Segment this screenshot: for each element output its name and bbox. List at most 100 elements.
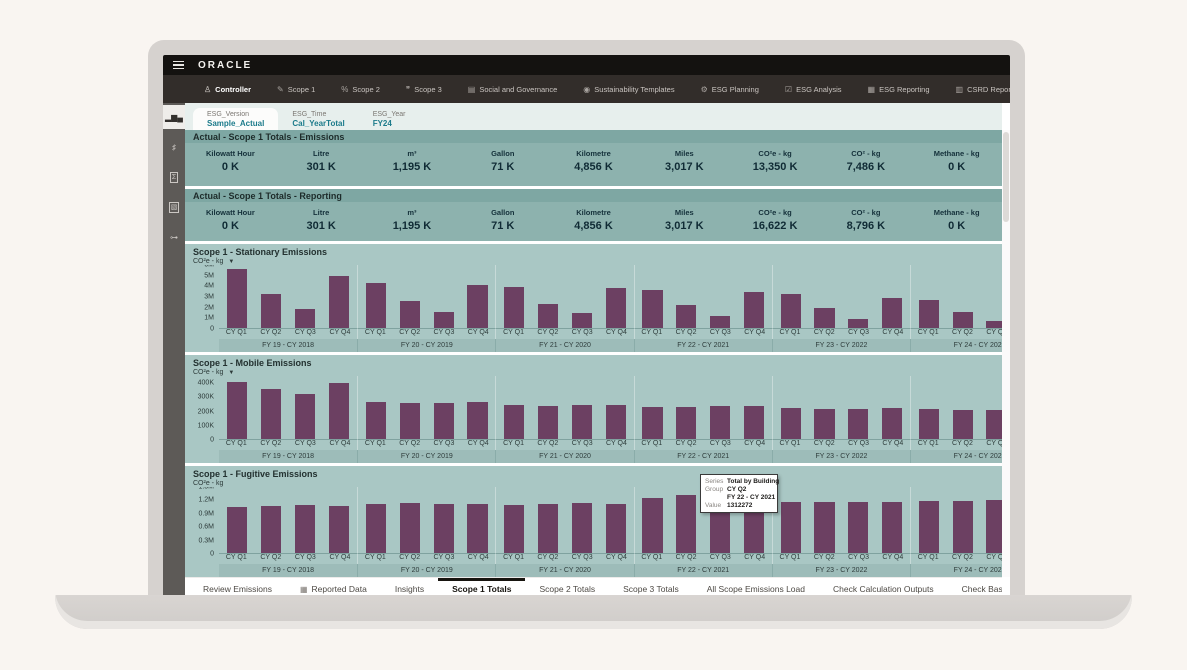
nav-tab-esg-reporting[interactable]: ▦ESG Reporting bbox=[855, 75, 943, 103]
bar-fy-24-cy-2023-cy-q2[interactable] bbox=[953, 410, 973, 439]
bar-fy-20-cy-2019-cy-q3[interactable] bbox=[434, 403, 454, 439]
bar-fy-21-cy-2020-cy-q3[interactable] bbox=[572, 503, 592, 553]
nav-tab-esg-analysis[interactable]: ☑ESG Analysis bbox=[772, 75, 855, 103]
bar-fy-23-cy-2022-cy-q1[interactable] bbox=[781, 408, 801, 439]
bar-fy-19-cy-2018-cy-q3[interactable] bbox=[295, 309, 315, 328]
bar-fy-21-cy-2020-cy-q3[interactable] bbox=[572, 405, 592, 439]
pov-field-esg-version[interactable]: ESG_VersionSample_Actual bbox=[193, 108, 278, 130]
scrollbar[interactable] bbox=[1002, 130, 1010, 577]
sidebar-item-2[interactable]: ♯ bbox=[163, 135, 185, 159]
bar-fy-21-cy-2020-cy-q4[interactable] bbox=[606, 504, 626, 553]
bar-fy-21-cy-2020-cy-q2[interactable] bbox=[538, 406, 558, 439]
bar-fy-23-cy-2022-cy-q2[interactable] bbox=[814, 502, 834, 553]
nav-tab-scope-2[interactable]: %Scope 2 bbox=[328, 75, 393, 103]
bar-fy-24-cy-2023-cy-q1[interactable] bbox=[919, 409, 939, 439]
bar-fy-21-cy-2020-cy-q1[interactable] bbox=[504, 405, 524, 439]
bar-fy-24-cy-2023-cy-q3[interactable] bbox=[986, 321, 1002, 328]
bar-fy-24-cy-2023-cy-q2[interactable] bbox=[953, 501, 973, 553]
pov-field-esg-time[interactable]: ESG_TimeCal_YearTotal bbox=[278, 108, 358, 130]
nav-tab-social-and-governance[interactable]: ▤Social and Governance bbox=[455, 75, 571, 103]
bar-fy-19-cy-2018-cy-q4[interactable] bbox=[329, 276, 349, 329]
bar-fy-19-cy-2018-cy-q3[interactable] bbox=[295, 394, 315, 440]
bar-fy-21-cy-2020-cy-q4[interactable] bbox=[606, 405, 626, 439]
bar-fy-21-cy-2020-cy-q4[interactable] bbox=[606, 288, 626, 328]
quarter-label: CY Q4 bbox=[599, 554, 633, 564]
bar-fy-23-cy-2022-cy-q3[interactable] bbox=[848, 409, 868, 439]
nav-tab-esg-planning[interactable]: ⚙ESG Planning bbox=[688, 75, 772, 103]
bar-fy-20-cy-2019-cy-q2[interactable] bbox=[400, 301, 420, 328]
bar-fy-21-cy-2020-cy-q1[interactable] bbox=[504, 287, 524, 328]
bar-fy-19-cy-2018-cy-q4[interactable] bbox=[329, 506, 349, 553]
bar-slot bbox=[359, 376, 393, 439]
bar-fy-23-cy-2022-cy-q2[interactable] bbox=[814, 409, 834, 439]
bar-group-fy-20-cy-2019: CY Q1CY Q2CY Q3CY Q4FY 20 - CY 2019 bbox=[357, 376, 495, 463]
bar-fy-23-cy-2022-cy-q1[interactable] bbox=[781, 294, 801, 328]
bar-fy-24-cy-2023-cy-q3[interactable] bbox=[986, 410, 1002, 439]
bar-fy-21-cy-2020-cy-q1[interactable] bbox=[504, 505, 524, 553]
bar-fy-22-cy-2021-cy-q2[interactable] bbox=[676, 305, 696, 328]
bar-fy-24-cy-2023-cy-q2[interactable] bbox=[953, 312, 973, 328]
bar-fy-20-cy-2019-cy-q3[interactable] bbox=[434, 312, 454, 328]
bar-fy-22-cy-2021-cy-q3[interactable] bbox=[710, 406, 730, 439]
bar-fy-21-cy-2020-cy-q2[interactable] bbox=[538, 304, 558, 328]
bar-fy-22-cy-2021-cy-q1[interactable] bbox=[642, 407, 662, 439]
bar-fy-22-cy-2021-cy-q1[interactable] bbox=[642, 498, 662, 553]
sidebar-item-5[interactable]: ⊶ bbox=[163, 225, 185, 249]
bar-fy-19-cy-2018-cy-q1[interactable] bbox=[227, 382, 247, 439]
bar-fy-23-cy-2022-cy-q4[interactable] bbox=[882, 298, 902, 328]
bar-fy-24-cy-2023-cy-q1[interactable] bbox=[919, 501, 939, 553]
bar-fy-19-cy-2018-cy-q3[interactable] bbox=[295, 505, 315, 553]
sidebar-item-3[interactable]: Σ bbox=[163, 165, 185, 189]
bar-fy-20-cy-2019-cy-q4[interactable] bbox=[467, 504, 487, 553]
sidebar-item-1[interactable]: ▂▆▄ bbox=[163, 105, 185, 129]
bar-fy-23-cy-2022-cy-q4[interactable] bbox=[882, 502, 902, 553]
nav-tab-scope-1[interactable]: ✎Scope 1 bbox=[264, 75, 328, 103]
bar-fy-19-cy-2018-cy-q2[interactable] bbox=[261, 389, 281, 439]
nav-tab-sustainability-templates[interactable]: ◉Sustainability Templates bbox=[570, 75, 687, 103]
bar-fy-19-cy-2018-cy-q1[interactable] bbox=[227, 507, 247, 553]
bar-fy-19-cy-2018-cy-q4[interactable] bbox=[329, 383, 349, 439]
bar-fy-24-cy-2023-cy-q1[interactable] bbox=[919, 300, 939, 328]
bar-fy-20-cy-2019-cy-q1[interactable] bbox=[366, 283, 386, 328]
scrollbar-thumb[interactable] bbox=[1003, 132, 1009, 222]
bar-groups: CY Q1CY Q2CY Q3CY Q4FY 19 - CY 2018CY Q1… bbox=[219, 487, 1002, 577]
bar-fy-21-cy-2020-cy-q3[interactable] bbox=[572, 313, 592, 328]
bar-fy-23-cy-2022-cy-q1[interactable] bbox=[781, 502, 801, 553]
chart-unit-select[interactable]: CO²e - kg▼ bbox=[193, 369, 234, 376]
quarter-labels: CY Q1CY Q2CY Q3CY Q4 bbox=[495, 329, 633, 339]
hamburger-menu-icon[interactable] bbox=[173, 61, 184, 70]
bar-fy-23-cy-2022-cy-q4[interactable] bbox=[882, 408, 902, 439]
sidebar-item-4[interactable]: ▧ bbox=[163, 195, 185, 219]
nav-tab-csrd-reports[interactable]: ▥CSRD Reports bbox=[943, 75, 1010, 103]
bar-fy-22-cy-2021-cy-q2[interactable] bbox=[676, 495, 696, 553]
bar-slot bbox=[841, 265, 875, 328]
bar-fy-23-cy-2022-cy-q2[interactable] bbox=[814, 308, 834, 328]
bar-fy-19-cy-2018-cy-q2[interactable] bbox=[261, 294, 281, 328]
bar-fy-20-cy-2019-cy-q4[interactable] bbox=[467, 402, 487, 439]
quarter-label: CY Q2 bbox=[669, 329, 703, 339]
chart-unit-select[interactable]: CO²e - kg bbox=[193, 480, 223, 487]
nav-tab-scope-3[interactable]: ❞Scope 3 bbox=[393, 75, 455, 103]
bar-fy-20-cy-2019-cy-q4[interactable] bbox=[467, 285, 487, 328]
bar-fy-22-cy-2021-cy-q1[interactable] bbox=[642, 290, 662, 328]
bar-fy-22-cy-2021-cy-q3[interactable] bbox=[710, 316, 730, 328]
quarter-label: CY Q2 bbox=[254, 440, 289, 450]
bar-fy-19-cy-2018-cy-q1[interactable] bbox=[227, 269, 247, 328]
bar-fy-22-cy-2021-cy-q4[interactable] bbox=[744, 292, 764, 328]
bar-fy-20-cy-2019-cy-q2[interactable] bbox=[400, 503, 420, 553]
bar-fy-20-cy-2019-cy-q2[interactable] bbox=[400, 403, 420, 439]
bar-fy-23-cy-2022-cy-q3[interactable] bbox=[848, 502, 868, 553]
bar-fy-21-cy-2020-cy-q2[interactable] bbox=[538, 504, 558, 553]
bar-fy-20-cy-2019-cy-q1[interactable] bbox=[366, 504, 386, 553]
bar-fy-24-cy-2023-cy-q3[interactable] bbox=[986, 500, 1002, 553]
nav-tab-controller[interactable]: ♙Controller bbox=[191, 75, 264, 103]
bar-fy-20-cy-2019-cy-q1[interactable] bbox=[366, 402, 386, 439]
kpi-label: Kilowatt Hour bbox=[185, 149, 276, 158]
bar-fy-20-cy-2019-cy-q3[interactable] bbox=[434, 504, 454, 553]
chart-unit-select[interactable]: CO²e - kg▼ bbox=[193, 258, 234, 265]
bar-fy-22-cy-2021-cy-q2[interactable] bbox=[676, 407, 696, 439]
bar-fy-22-cy-2021-cy-q4[interactable] bbox=[744, 406, 764, 439]
bar-fy-19-cy-2018-cy-q2[interactable] bbox=[261, 506, 281, 553]
bar-fy-23-cy-2022-cy-q3[interactable] bbox=[848, 319, 868, 328]
pov-field-esg-year[interactable]: ESG_YearFY24 bbox=[359, 108, 420, 130]
